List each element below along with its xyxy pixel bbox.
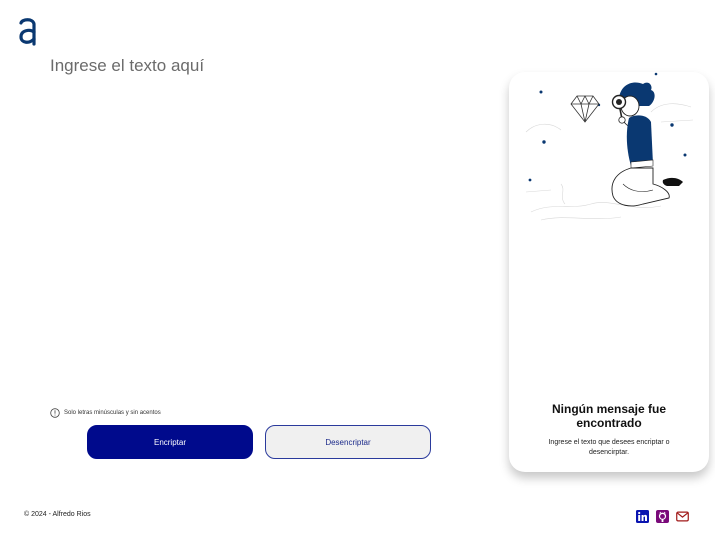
logo-icon[interactable] (17, 17, 39, 47)
footer-copyright: © 2024 - Alfredo Rios (24, 511, 91, 518)
result-panel: Ningún mensaje fue encontrado Ingrese el… (509, 72, 709, 472)
github-icon[interactable] (656, 510, 669, 523)
decrypt-button-label: Desencriptar (325, 437, 371, 447)
mail-icon[interactable] (676, 510, 689, 523)
info-icon (50, 408, 60, 418)
empty-result-title: Ningún mensaje fue encontrado (551, 402, 667, 430)
message-input[interactable] (50, 56, 470, 386)
empty-result-subtitle: Ingrese el texto que desees encriptar o … (548, 439, 670, 456)
hint: Solo letras minúsculas y sin acentos (50, 408, 161, 418)
decrypt-button[interactable]: Desencriptar (265, 425, 431, 459)
encrypt-button[interactable]: Encriptar (87, 425, 253, 459)
page: Solo letras minúsculas y sin acentos Enc… (0, 0, 715, 560)
hint-text: Solo letras minúsculas y sin acentos (64, 410, 161, 416)
person-with-magnifier-icon (525, 72, 694, 221)
encrypt-button-label: Encriptar (153, 437, 186, 447)
linkedin-icon[interactable] (636, 510, 649, 523)
